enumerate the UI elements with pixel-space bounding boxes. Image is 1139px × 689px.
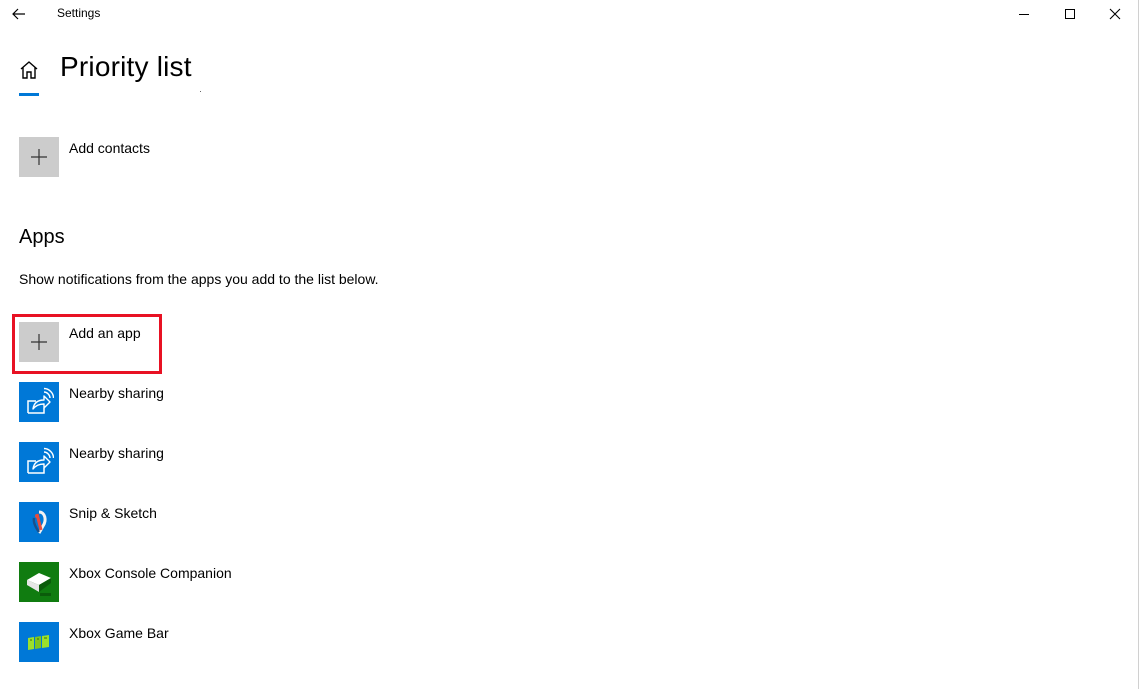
add-contacts-tile: [19, 137, 59, 177]
plus-icon: [31, 334, 47, 350]
apps-heading: Apps: [19, 226, 65, 248]
nearby-sharing-icon: [27, 447, 54, 474]
snip-sketch-icon: [32, 510, 47, 534]
back-arrow-icon: [12, 8, 25, 20]
home-icon: [20, 61, 38, 79]
snip-sketch-tile: [19, 502, 59, 542]
settings-window: Settings Priority list Add contacts Apps…: [0, 0, 1139, 689]
minimize-button[interactable]: [1001, 0, 1047, 28]
title-bar: Settings: [0, 0, 1138, 28]
divider-dot: [200, 91, 201, 92]
app-list-item[interactable]: Nearby sharing: [19, 442, 619, 482]
app-list-item[interactable]: Xbox Console Companion: [19, 562, 619, 602]
app-name: Snip & Sketch: [69, 505, 157, 521]
home-selection-indicator: [19, 93, 39, 96]
add-contacts-button[interactable]: Add contacts: [19, 137, 619, 177]
app-list-item[interactable]: Nearby sharing: [19, 382, 619, 422]
nearby-sharing-tile: [19, 382, 59, 422]
window-title: Settings: [57, 6, 101, 20]
close-icon: [1109, 8, 1121, 20]
home-button[interactable]: [18, 59, 40, 81]
xbox-console-icon: [27, 573, 51, 596]
maximize-icon: [1064, 8, 1075, 19]
xbox-game-bar-icon: [28, 635, 49, 650]
add-app-tile: [19, 322, 59, 362]
nearby-sharing-tile: [19, 442, 59, 482]
xbox-game-bar-tile: [19, 622, 59, 662]
apps-description: Show notifications from the apps you add…: [19, 271, 379, 287]
app-list-item[interactable]: Xbox Game Bar: [19, 622, 619, 662]
close-button[interactable]: [1092, 0, 1138, 28]
maximize-button[interactable]: [1047, 0, 1093, 28]
add-app-button[interactable]: Add an app: [19, 322, 619, 362]
app-name: Nearby sharing: [69, 385, 164, 401]
page-title: Priority list: [60, 51, 192, 82]
app-name: Xbox Game Bar: [69, 625, 169, 641]
app-name: Xbox Console Companion: [69, 565, 232, 581]
xbox-console-tile: [19, 562, 59, 602]
nearby-sharing-icon: [27, 387, 54, 414]
minimize-icon: [1018, 13, 1029, 15]
plus-icon: [31, 149, 47, 165]
app-name: Nearby sharing: [69, 445, 164, 461]
back-button[interactable]: [6, 2, 32, 26]
add-contacts-label: Add contacts: [69, 140, 150, 156]
app-list-item[interactable]: Snip & Sketch: [19, 502, 619, 542]
add-app-label: Add an app: [69, 325, 141, 341]
